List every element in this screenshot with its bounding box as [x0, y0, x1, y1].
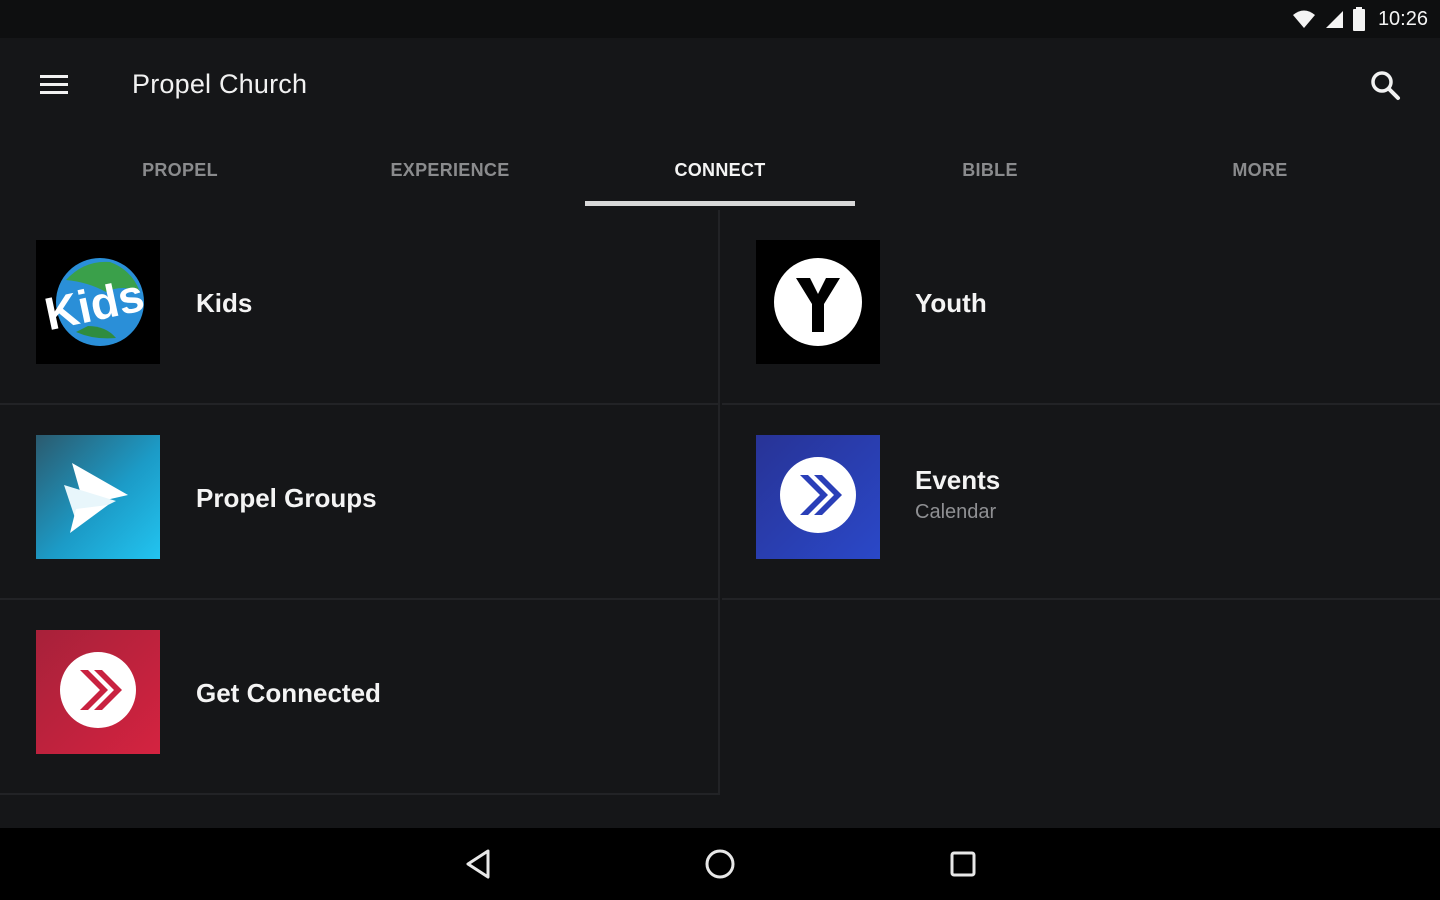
list-item-propel-groups[interactable]: Propel Groups	[0, 405, 720, 600]
back-triangle-icon	[466, 849, 490, 879]
propel-groups-label: Propel Groups	[196, 483, 377, 513]
get-connected-thumbnail	[36, 630, 160, 754]
events-label: Events	[915, 465, 1001, 495]
events-icon	[780, 457, 856, 533]
home-button[interactable]	[702, 846, 738, 882]
back-button[interactable]	[460, 846, 496, 882]
home-circle-icon	[705, 849, 735, 879]
connect-grid: Kids Kids Youth Propel Groups Events Cal…	[0, 210, 1440, 795]
menu-button[interactable]	[38, 70, 72, 100]
search-button[interactable]	[1368, 68, 1404, 104]
status-time: 10:26	[1377, 7, 1428, 30]
events-thumbnail	[756, 435, 880, 559]
list-item-get-connected[interactable]: Get Connected	[0, 600, 720, 795]
tab-bible[interactable]: BIBLE	[855, 134, 1125, 206]
navigation-bar	[0, 828, 1440, 900]
search-icon	[1371, 71, 1400, 100]
kids-logo-icon: Kids	[40, 258, 148, 346]
kids-thumbnail: Kids	[36, 240, 160, 364]
youth-logo-icon	[774, 258, 862, 346]
list-item-events[interactable]: Events Calendar	[722, 405, 1440, 600]
youth-thumbnail	[756, 240, 880, 364]
list-item-kids[interactable]: Kids Kids	[0, 210, 720, 405]
status-icons: 10:26	[1292, 6, 1428, 32]
youth-label: Youth	[915, 288, 987, 318]
wifi-icon	[1292, 10, 1315, 28]
status-bar: 10:26	[0, 0, 1440, 38]
kids-label: Kids	[196, 288, 253, 318]
get-connected-label: Get Connected	[196, 678, 381, 708]
recents-button[interactable]	[945, 846, 981, 882]
list-item-youth[interactable]: Youth	[722, 210, 1440, 405]
tab-propel[interactable]: PROPEL	[45, 134, 315, 206]
recents-square-icon	[950, 851, 976, 877]
events-subtitle: Calendar	[915, 501, 997, 523]
tab-bar: PROPEL EXPERIENCE CONNECT BIBLE MORE	[45, 134, 1395, 206]
battery-icon	[1352, 7, 1365, 31]
propel-groups-icon	[64, 463, 128, 533]
tab-connect[interactable]: CONNECT	[585, 134, 855, 206]
signal-icon	[1325, 11, 1343, 28]
get-connected-icon	[60, 652, 136, 728]
app-title: Propel Church	[132, 69, 308, 99]
hamburger-menu-icon	[40, 75, 68, 94]
app-bar: Propel Church	[0, 38, 1440, 134]
tab-experience[interactable]: EXPERIENCE	[315, 134, 585, 206]
tab-more[interactable]: MORE	[1125, 134, 1395, 206]
propel-groups-thumbnail	[36, 435, 160, 559]
